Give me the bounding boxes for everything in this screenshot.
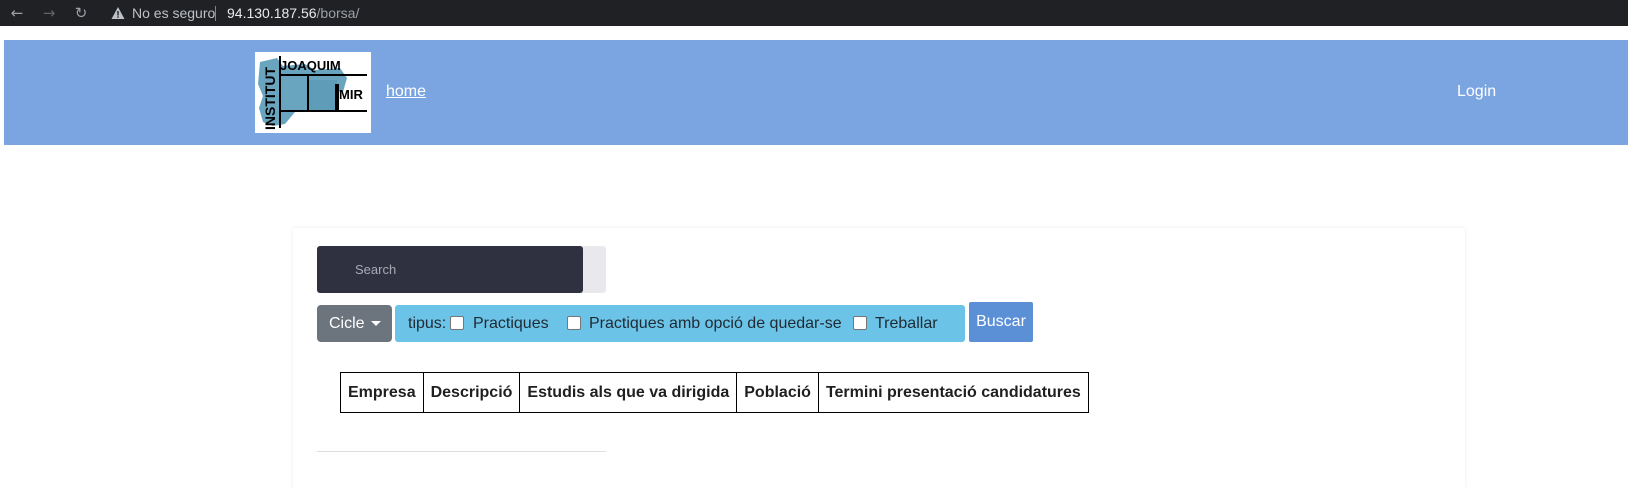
reload-icon[interactable]: ↻ xyxy=(71,4,91,22)
logo-text-institut: INSTITUT xyxy=(262,67,278,130)
address-bar[interactable]: No es seguro 94.130.187.56/borsa/ xyxy=(101,0,1628,26)
offers-table: Empresa Descripció Estudis als que va di… xyxy=(340,372,1089,413)
cicle-dropdown-button[interactable]: Cicle xyxy=(317,305,392,342)
logo-text-mir: MIR xyxy=(339,87,363,102)
column-header-empresa[interactable]: Empresa xyxy=(340,372,424,413)
checkbox-label-treballar: Treballar xyxy=(875,315,938,332)
column-header-termini[interactable]: Termini presentació candidatures xyxy=(817,372,1089,413)
buscar-button[interactable]: Buscar xyxy=(969,302,1033,342)
security-status: No es seguro xyxy=(132,5,216,21)
column-header-descripcio[interactable]: Descripció xyxy=(422,372,521,413)
home-link[interactable]: home xyxy=(386,83,426,101)
url-host: 94.130.187.56 xyxy=(227,5,317,21)
column-header-estudis[interactable]: Estudis als que va dirigida xyxy=(519,372,738,413)
table-header-row: Empresa Descripció Estudis als que va di… xyxy=(340,372,1089,413)
login-link[interactable]: Login xyxy=(1457,83,1496,101)
warning-triangle-icon xyxy=(111,7,125,19)
forward-arrow-icon[interactable]: → xyxy=(39,4,59,22)
cicle-label: Cicle xyxy=(329,315,365,332)
checkbox-practiques-quedar-se[interactable] xyxy=(567,316,581,330)
search-input[interactable] xyxy=(317,246,583,293)
address-separator xyxy=(215,6,216,21)
checkbox-practiques[interactable] xyxy=(450,316,464,330)
caret-down-icon xyxy=(371,321,381,326)
search-container xyxy=(317,246,606,293)
tipus-filter-group: tipus: Practiques Practiques amb opció d… xyxy=(395,305,965,342)
column-header-poblacio[interactable]: Població xyxy=(736,372,819,413)
checkbox-label-practiques-quedar-se: Practiques amb opció de quedar-se xyxy=(589,315,842,332)
tipus-label: tipus: xyxy=(408,315,447,332)
logo-text-joaquim: JOAQUIM xyxy=(280,58,341,73)
toolbar-gap xyxy=(0,26,1628,40)
offers-card: Cicle tipus: Practiques Practiques amb o… xyxy=(293,228,1465,488)
back-arrow-icon[interactable]: ← xyxy=(7,4,27,22)
logo-graphic: INSTITUT JOAQUIM MIR xyxy=(255,52,371,133)
institut-joaquim-mir-logo[interactable]: INSTITUT JOAQUIM MIR xyxy=(255,52,371,133)
site-header: INSTITUT JOAQUIM MIR home Login xyxy=(4,40,1628,145)
checkbox-treballar[interactable] xyxy=(853,316,867,330)
divider xyxy=(317,451,606,452)
url-text: 94.130.187.56/borsa/ xyxy=(227,5,359,21)
browser-toolbar: ← → ↻ No es seguro 94.130.187.56/borsa/ xyxy=(0,0,1628,26)
checkbox-label-practiques: Practiques xyxy=(473,315,549,332)
url-path: /borsa/ xyxy=(316,5,360,21)
